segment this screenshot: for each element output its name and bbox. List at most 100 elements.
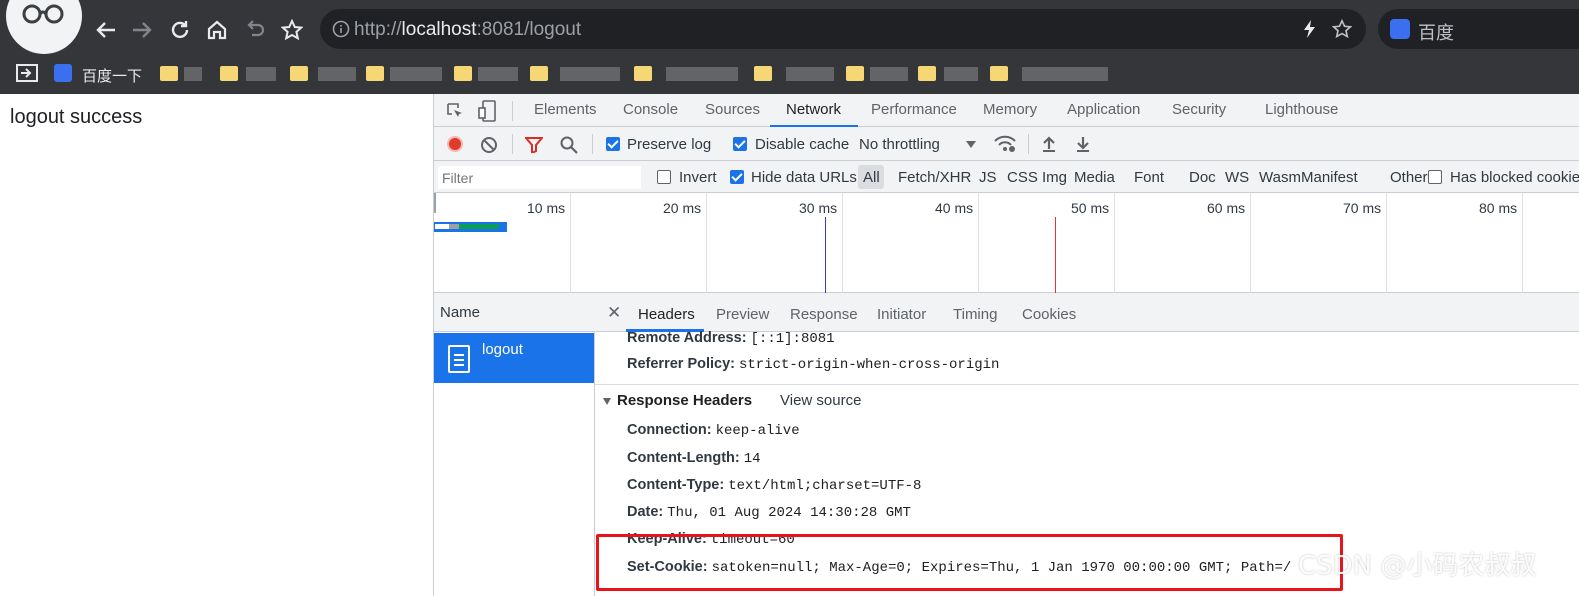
close-icon[interactable]: ✕ — [607, 303, 621, 323]
tab-memory[interactable]: Memory — [983, 101, 1037, 118]
url-text[interactable]: http://localhost:8081/logout — [354, 19, 581, 41]
bookmark-baidu[interactable]: 百度一下 — [82, 65, 142, 86]
site-info-icon[interactable] — [332, 20, 350, 38]
bookmark-folder-icon[interactable] — [160, 66, 178, 81]
filter-type-fetchxhr[interactable]: Fetch/XHR — [898, 169, 971, 186]
tab-performance[interactable]: Performance — [871, 101, 957, 118]
dropdown-arrow-icon[interactable] — [966, 141, 976, 148]
filter-type-font[interactable]: Font — [1134, 169, 1164, 186]
blurred-bookmark[interactable] — [478, 67, 518, 81]
incognito-avatar-icon[interactable] — [6, 0, 82, 54]
bookmark-folder-icon[interactable] — [918, 66, 936, 81]
bookmark-folder-icon[interactable] — [990, 66, 1008, 81]
header-key: Referrer Policy: — [627, 356, 735, 372]
record-button[interactable] — [447, 136, 463, 152]
filter-type-manifest[interactable]: Manifest — [1301, 169, 1358, 186]
blurred-bookmark[interactable] — [184, 67, 202, 81]
details-tab-timing[interactable]: Timing — [953, 306, 997, 323]
view-source-link[interactable]: View source — [780, 392, 861, 409]
blurred-bookmark[interactable] — [560, 67, 620, 81]
bookmark-folder-icon[interactable] — [220, 66, 238, 81]
star-icon[interactable] — [1332, 19, 1352, 39]
hide-data-urls-checkbox[interactable] — [730, 170, 744, 184]
has-blocked-cookies-label[interactable]: Has blocked cookies — [1450, 169, 1579, 186]
bookmark-folder-icon[interactable] — [530, 66, 548, 81]
blurred-bookmark[interactable] — [390, 67, 442, 81]
request-row-logout[interactable]: logout — [434, 333, 594, 383]
response-headers-toggle[interactable]: Response Headers — [603, 392, 752, 409]
tab-application[interactable]: Application — [1067, 101, 1140, 118]
timeline-gridline — [1114, 193, 1115, 293]
request-name[interactable]: logout — [482, 341, 523, 358]
tab-security[interactable]: Security — [1172, 101, 1226, 118]
reload-icon[interactable] — [166, 14, 194, 46]
header-key: Content-Length: — [627, 450, 740, 466]
tab-network[interactable]: Network — [786, 101, 841, 118]
preserve-log-checkbox[interactable] — [606, 137, 620, 151]
blurred-bookmark[interactable] — [870, 67, 908, 81]
apps-icon[interactable] — [16, 64, 38, 82]
blurred-bookmark[interactable] — [786, 67, 834, 81]
hide-data-urls-label[interactable]: Hide data URLs — [751, 169, 857, 186]
home-icon[interactable] — [203, 14, 231, 46]
details-tab-headers[interactable]: Headers — [638, 306, 695, 323]
tab-console[interactable]: Console — [623, 101, 678, 118]
details-tab-preview[interactable]: Preview — [716, 306, 769, 323]
bookmark-folder-icon[interactable] — [454, 66, 472, 81]
filter-type-img[interactable]: Img — [1042, 169, 1067, 186]
search-icon[interactable] — [560, 136, 578, 154]
bookmark-folder-icon[interactable] — [754, 66, 772, 81]
blurred-bookmark[interactable] — [246, 67, 276, 81]
device-toolbar-icon[interactable] — [478, 100, 496, 122]
bookmark-star-icon[interactable] — [278, 14, 306, 46]
toolbar-separator — [512, 134, 513, 154]
filter-type-css[interactable]: CSS — [1007, 169, 1038, 186]
blurred-bookmark[interactable] — [1022, 67, 1108, 81]
blurred-bookmark[interactable] — [318, 67, 356, 81]
back-arrow-icon[interactable] — [92, 14, 120, 46]
details-tab-response[interactable]: Response — [790, 306, 858, 323]
filter-type-wasm[interactable]: Wasm — [1259, 169, 1301, 186]
bookmark-folder-icon[interactable] — [366, 66, 384, 81]
blurred-bookmark[interactable] — [666, 67, 738, 81]
export-har-icon[interactable] — [1075, 135, 1091, 153]
disable-cache-label[interactable]: Disable cache — [755, 136, 849, 153]
throttling-select[interactable]: No throttling — [859, 136, 940, 153]
tab-lighthouse[interactable]: Lighthouse — [1265, 101, 1338, 118]
bookmark-folder-icon[interactable] — [846, 66, 864, 81]
bookmark-folder-icon[interactable] — [634, 66, 652, 81]
filter-funnel-icon[interactable] — [525, 137, 543, 153]
import-har-icon[interactable] — [1041, 135, 1057, 153]
filter-type-other[interactable]: Other — [1390, 169, 1428, 186]
lightning-icon[interactable] — [1302, 19, 1318, 39]
details-tab-cookies[interactable]: Cookies — [1022, 306, 1076, 323]
has-blocked-cookies-checkbox[interactable] — [1428, 170, 1442, 184]
network-conditions-icon[interactable] — [994, 135, 1016, 153]
preserve-log-label[interactable]: Preserve log — [627, 136, 711, 153]
filter-type-js[interactable]: JS — [979, 169, 997, 186]
name-column-header[interactable]: Name — [434, 293, 595, 332]
timeline-overview[interactable]: 10 ms 20 ms 30 ms 40 ms 50 ms 60 ms 70 ms 80 ms — [434, 193, 1579, 293]
blurred-bookmark[interactable] — [944, 67, 978, 81]
search-engine-box[interactable]: 百度 — [1378, 9, 1579, 49]
filter-input[interactable] — [438, 166, 641, 189]
address-bar[interactable]: http://localhost:8081/logout — [320, 9, 1366, 49]
invert-checkbox[interactable] — [657, 170, 671, 184]
timeline-handle[interactable] — [434, 193, 436, 213]
baidu-bookmark-icon[interactable] — [54, 64, 72, 82]
details-tab-initiator[interactable]: Initiator — [877, 306, 926, 323]
timeline-gridline — [706, 193, 707, 293]
tab-elements[interactable]: Elements — [534, 101, 597, 118]
forward-arrow-icon[interactable] — [128, 14, 156, 46]
filter-type-ws[interactable]: WS — [1225, 169, 1249, 186]
clear-icon[interactable] — [480, 136, 498, 154]
bookmark-folder-icon[interactable] — [290, 66, 308, 81]
invert-label[interactable]: Invert — [679, 169, 717, 186]
filter-type-media[interactable]: Media — [1074, 169, 1115, 186]
undo-icon[interactable] — [241, 14, 269, 46]
disable-cache-checkbox[interactable] — [733, 137, 747, 151]
filter-type-all[interactable]: All — [863, 169, 880, 186]
inspect-element-icon[interactable] — [446, 102, 464, 120]
tab-sources[interactable]: Sources — [705, 101, 760, 118]
filter-type-doc[interactable]: Doc — [1189, 169, 1216, 186]
